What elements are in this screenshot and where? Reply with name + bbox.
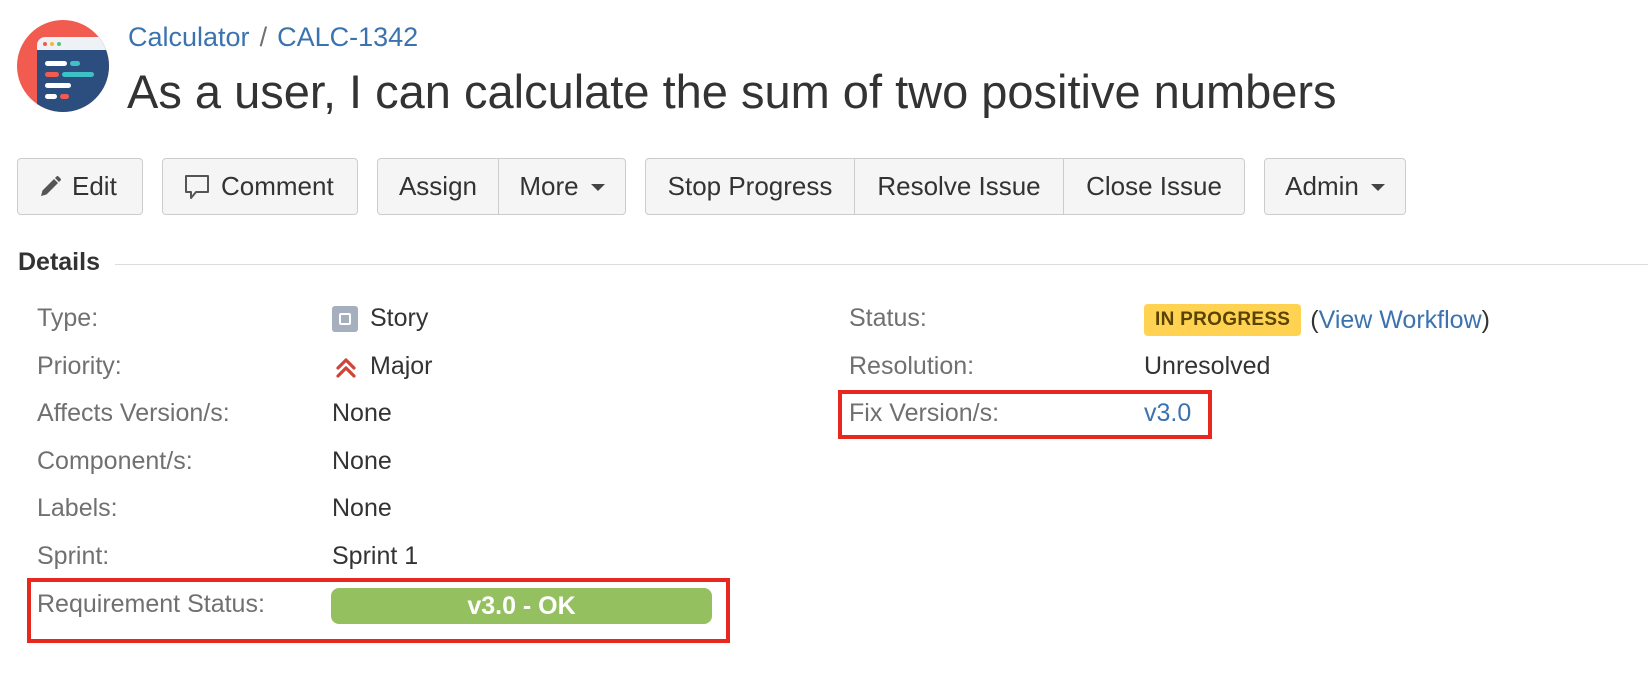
comment-button-label: Comment — [221, 171, 334, 201]
status-label: Status: — [849, 304, 927, 332]
comment-icon — [183, 173, 211, 201]
labels-value[interactable]: None — [332, 494, 392, 523]
view-workflow-link[interactable]: View Workflow — [1319, 306, 1482, 335]
admin-dropdown-button[interactable]: Admin — [1265, 159, 1405, 214]
assign-button[interactable]: Assign — [378, 159, 498, 214]
project-avatar[interactable] — [17, 20, 109, 112]
stop-progress-button[interactable]: Stop Progress — [646, 159, 854, 214]
status-value: IN PROGRESS (View Workflow) — [1144, 304, 1490, 336]
breadcrumb-separator: / — [259, 22, 268, 52]
chevron-down-icon — [1370, 184, 1385, 191]
priority-major-icon — [334, 355, 358, 379]
resolution-label: Resolution: — [849, 352, 975, 380]
breadcrumb: Calculator / CALC-1342 — [128, 22, 418, 53]
close-issue-button[interactable]: Close Issue — [1063, 159, 1244, 214]
breadcrumb-project-link[interactable]: Calculator — [128, 22, 250, 52]
comment-button[interactable]: Comment — [163, 159, 354, 214]
edit-button[interactable]: Edit — [18, 159, 137, 214]
status-badge: IN PROGRESS — [1144, 304, 1302, 336]
resolve-issue-label: Resolve Issue — [877, 171, 1041, 201]
labels-label: Labels: — [37, 494, 118, 522]
section-divider — [115, 264, 1648, 265]
workflow-button-group: Stop Progress Resolve Issue Close Issue — [645, 158, 1245, 215]
pencil-icon — [38, 175, 62, 199]
stop-progress-label: Stop Progress — [667, 171, 833, 201]
requirement-status-highlight-box — [27, 578, 730, 643]
affects-versions-label: Affects Version/s: — [37, 399, 230, 427]
type-label: Type: — [37, 304, 99, 332]
affects-versions-value[interactable]: None — [332, 399, 392, 428]
type-value: Story — [332, 304, 428, 333]
components-label: Component/s: — [37, 447, 193, 475]
window-graphic — [37, 37, 109, 112]
edit-button-label: Edit — [72, 171, 117, 201]
more-dropdown-button[interactable]: More — [498, 159, 625, 214]
assign-more-button-group: Assign More — [377, 158, 626, 215]
chevron-down-icon — [590, 184, 605, 191]
assign-button-label: Assign — [398, 171, 478, 201]
close-issue-label: Close Issue — [1086, 171, 1222, 201]
issue-title[interactable]: As a user, I can calculate the sum of tw… — [127, 64, 1337, 119]
workflow-open-paren: ( — [1310, 305, 1319, 334]
edit-button-group: Edit — [17, 158, 143, 215]
priority-value-text: Major — [370, 352, 433, 380]
details-heading[interactable]: Details — [18, 248, 100, 277]
admin-button-label: Admin — [1285, 171, 1359, 201]
priority-value: Major — [332, 352, 433, 381]
workflow-close-paren: ) — [1481, 305, 1490, 334]
breadcrumb-issue-key-link[interactable]: CALC-1342 — [277, 22, 418, 52]
resolve-issue-button[interactable]: Resolve Issue — [854, 159, 1063, 214]
sprint-value[interactable]: Sprint 1 — [332, 542, 418, 571]
story-icon — [332, 305, 358, 332]
resolution-value: Unresolved — [1144, 352, 1271, 380]
more-button-label: More — [519, 171, 579, 201]
comment-button-group: Comment — [162, 158, 358, 215]
admin-button-group: Admin — [1264, 158, 1406, 215]
fix-version-highlight-box — [838, 390, 1212, 439]
type-value-text: Story — [370, 304, 429, 332]
components-value[interactable]: None — [332, 447, 392, 476]
sprint-label: Sprint: — [37, 542, 110, 570]
priority-label: Priority: — [37, 352, 122, 380]
